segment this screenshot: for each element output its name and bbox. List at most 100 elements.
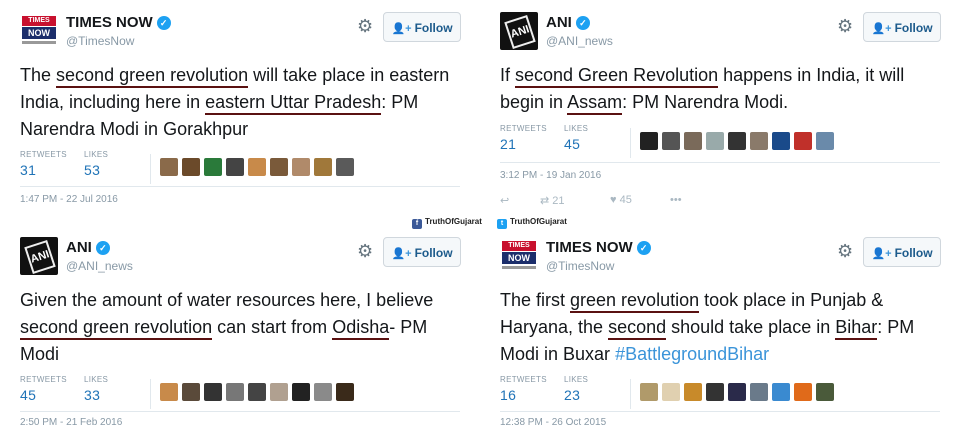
like-action[interactable]: ♥ 45 — [610, 194, 632, 206]
account-handle[interactable]: @ANI_news — [546, 34, 613, 48]
liker-avatar[interactable] — [728, 132, 746, 150]
liker-avatar[interactable] — [204, 158, 222, 176]
tweet-timestamp[interactable]: 12:38 PM - 26 Oct 2015 — [500, 417, 606, 428]
liker-avatar[interactable] — [684, 383, 702, 401]
hashtag-link[interactable]: #BattlegroundBihar — [615, 344, 769, 364]
liker-avatar[interactable] — [662, 132, 680, 150]
follow-button[interactable]: 👤+ Follow — [863, 237, 941, 267]
liker-avatar[interactable] — [248, 158, 266, 176]
gear-icon[interactable]: ⚙ — [837, 16, 853, 37]
liker-avatar[interactable] — [226, 158, 244, 176]
underlined-phrase: eastern Uttar Pradesh — [205, 92, 382, 115]
gear-icon[interactable]: ⚙ — [837, 241, 853, 262]
tweet-text-segment: Given the amount of water resources here… — [20, 290, 434, 310]
liker-avatar[interactable] — [728, 383, 746, 401]
account-handle[interactable]: @ANI_news — [66, 259, 133, 273]
liker-avatar[interactable] — [160, 158, 178, 176]
ani-logo: ANI — [24, 239, 56, 275]
liker-avatar[interactable] — [684, 132, 702, 150]
liker-avatar[interactable] — [750, 383, 768, 401]
heart-icon: ♥ — [610, 194, 617, 206]
retweet-count[interactable]: RETWEETS 31 — [20, 150, 67, 178]
reply-icon[interactable]: ↩ — [500, 194, 509, 207]
account-name[interactable]: ANI ✓ — [66, 239, 110, 256]
retweet-action-count: 21 — [552, 195, 565, 207]
follow-button[interactable]: 👤+ Follow — [863, 12, 941, 42]
liker-avatar[interactable] — [816, 383, 834, 401]
liker-avatar[interactable] — [640, 132, 658, 150]
credit-facebook: f TruthOfGujarat — [412, 217, 482, 229]
liker-avatar[interactable] — [270, 158, 288, 176]
liker-avatar[interactable] — [336, 158, 354, 176]
tweet-card: TIMES NOW TIMES NOW ✓ @TimesNow ⚙ 👤+ Follo… — [0, 0, 465, 205]
liker-avatar[interactable] — [662, 383, 680, 401]
liker-avatar[interactable] — [292, 383, 310, 401]
liker-avatar[interactable] — [706, 383, 724, 401]
account-handle[interactable]: @TimesNow — [546, 259, 614, 273]
retweet-action[interactable]: ⇄ 21 — [540, 194, 565, 207]
divider — [500, 162, 940, 163]
twitter-icon: t — [497, 219, 507, 229]
retweet-icon: ⇄ — [540, 195, 550, 207]
divider — [150, 379, 151, 409]
liker-avatar[interactable] — [336, 383, 354, 401]
like-count[interactable]: LIKES 23 — [564, 375, 588, 403]
tweet-timestamp[interactable]: 1:47 PM - 22 Jul 2016 — [20, 194, 118, 205]
facebook-icon: f — [412, 219, 422, 229]
avatar[interactable]: ANI — [20, 237, 58, 275]
account-name[interactable]: ANI ✓ — [546, 14, 590, 31]
avatar[interactable]: TIMES NOW — [500, 237, 538, 275]
retweet-count[interactable]: RETWEETS 45 — [20, 375, 67, 403]
liker-avatar[interactable] — [640, 383, 658, 401]
divider — [150, 154, 151, 184]
liker-avatar[interactable] — [248, 383, 266, 401]
like-count[interactable]: LIKES 33 — [84, 375, 108, 403]
liker-avatar[interactable] — [314, 158, 332, 176]
underlined-phrase: second green revolution — [20, 317, 213, 340]
times-now-logo: TIMES — [502, 241, 536, 251]
liker-avatar[interactable] — [204, 383, 222, 401]
retweet-count[interactable]: RETWEETS 21 — [500, 124, 547, 152]
verified-icon: ✓ — [156, 16, 171, 30]
liker-avatar[interactable] — [226, 383, 244, 401]
liker-avatar[interactable] — [160, 383, 178, 401]
underlined-phrase: second Green Revolution — [515, 65, 719, 88]
liker-avatar[interactable] — [182, 383, 200, 401]
liker-avatar[interactable] — [794, 383, 812, 401]
account-handle[interactable]: @TimesNow — [66, 34, 134, 48]
liker-avatar[interactable] — [794, 132, 812, 150]
liker-avatar[interactable] — [314, 383, 332, 401]
like-count[interactable]: LIKES 53 — [84, 150, 108, 178]
tweet-text-segment: : PM Narendra Modi. — [622, 92, 789, 112]
tweet-text-segment: The — [20, 65, 57, 85]
divider — [630, 379, 631, 409]
liker-avatar[interactable] — [706, 132, 724, 150]
tweet-text: The first green revolution took place in… — [500, 287, 940, 368]
underlined-phrase: second green revolution — [56, 65, 249, 88]
liker-avatar[interactable] — [270, 383, 288, 401]
ani-logo: ANI — [504, 14, 536, 50]
follow-button[interactable]: 👤+ Follow — [383, 237, 461, 267]
follow-button[interactable]: 👤+ Follow — [383, 12, 461, 42]
more-icon[interactable]: ••• — [670, 194, 682, 206]
underlined-phrase: green revolution — [570, 290, 700, 313]
liker-avatar[interactable] — [292, 158, 310, 176]
gear-icon[interactable]: ⚙ — [357, 241, 373, 262]
tweet-timestamp[interactable]: 2:50 PM - 21 Feb 2016 — [20, 417, 122, 428]
gear-icon[interactable]: ⚙ — [357, 16, 373, 37]
account-name[interactable]: TIMES NOW ✓ — [546, 239, 651, 256]
retweet-count[interactable]: RETWEETS 16 — [500, 375, 547, 403]
liker-avatar[interactable] — [772, 132, 790, 150]
liker-avatar[interactable] — [182, 158, 200, 176]
add-user-icon: 👤+ — [391, 248, 412, 260]
underlined-phrase: Odisha — [332, 317, 390, 340]
liker-avatar[interactable] — [772, 383, 790, 401]
avatar[interactable]: ANI — [500, 12, 538, 50]
add-user-icon: 👤+ — [391, 23, 412, 35]
like-count[interactable]: LIKES 45 — [564, 124, 588, 152]
avatar[interactable]: TIMES NOW — [20, 12, 58, 50]
liker-avatar[interactable] — [750, 132, 768, 150]
liker-avatar[interactable] — [816, 132, 834, 150]
tweet-timestamp[interactable]: 3:12 PM - 19 Jan 2016 — [500, 170, 601, 181]
account-name[interactable]: TIMES NOW ✓ — [66, 14, 171, 31]
